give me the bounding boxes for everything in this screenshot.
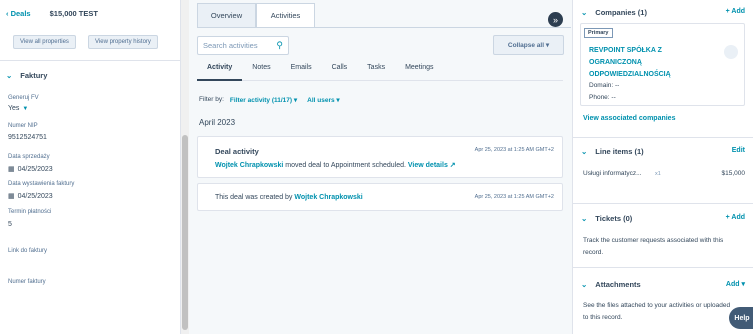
tab-activities[interactable]: Activities (256, 3, 315, 28)
breadcrumb: ‹ Deals $15,000 TEST (6, 9, 98, 18)
card-time: Apr 25, 2023 at 1:25 AM GMT+2 (474, 194, 554, 200)
filter-bar: Filter by: Filter activity (11/17) ▾ All… (199, 96, 340, 104)
attachments-toggle[interactable]: ⌄ Attachments (581, 280, 641, 289)
attachments-section: ⌄ Attachments Add ▾ See the files attache… (573, 268, 753, 334)
chevron-down-icon: ⌄ (581, 280, 588, 289)
subtab-activity[interactable]: Activity (197, 64, 243, 81)
activity-pane: Overview Activities » Search activities … (189, 0, 571, 334)
generuj-fv-select[interactable]: Yes ▼ (8, 105, 28, 112)
tickets-description: Track the customer requests associated w… (583, 237, 724, 256)
chevron-down-icon: ⌄ (581, 8, 588, 17)
view-associated-companies-link[interactable]: View associated companies (583, 115, 675, 122)
field-label: Numer faktury (8, 279, 46, 285)
user-link[interactable]: Wojtek Chrapkowski (294, 194, 362, 201)
company-name-link[interactable]: REVPOINT SPÓŁKA Z OGRANICZONĄ ODPOWIEDZI… (589, 45, 671, 81)
chevron-down-icon: ⌄ (581, 214, 588, 223)
card-text: This deal was created by (215, 194, 293, 201)
view-details-link[interactable]: View details ↗ (408, 162, 456, 169)
edit-line-items-button[interactable]: Edit (732, 147, 745, 154)
expand-sidebar-icon[interactable]: » (548, 12, 563, 27)
filter-activity-dropdown[interactable]: Filter activity (11/17) ▾ (230, 96, 297, 104)
tickets-section: ⌄ Tickets (0) + Add Track the customer re… (573, 204, 753, 268)
search-icon: ⚲ (276, 40, 283, 50)
field-label: Link do faktury (8, 248, 48, 254)
view-all-properties-button[interactable]: View all properties (13, 35, 76, 49)
field-label: Numer NIP (8, 123, 38, 129)
tickets-toggle[interactable]: ⌄ Tickets (0) (581, 214, 632, 223)
add-attachment-dropdown[interactable]: Add ▾ (726, 280, 745, 288)
section-title: Faktury (20, 71, 48, 80)
company-card: Primary REVPOINT SPÓŁKA Z OGRANICZONĄ OD… (580, 23, 745, 106)
issue-date-field[interactable]: ▦ 04/25/2023 (8, 192, 53, 201)
sale-date-field[interactable]: ▦ 04/25/2023 (8, 165, 53, 174)
back-to-deals-link[interactable]: ‹ Deals (6, 9, 31, 18)
line-item-name: Usługi informatycz... (583, 170, 642, 177)
search-activities-input[interactable]: Search activities ⚲ (197, 36, 289, 55)
chevron-down-icon: ⌄ (581, 147, 588, 156)
view-property-history-button[interactable]: View property history (88, 35, 158, 49)
activity-subtabs: Activity Notes Emails Calls Tasks Meetin… (197, 64, 563, 81)
collapse-all-button[interactable]: Collapse all ▾ (493, 35, 564, 55)
payment-term-field[interactable]: 5 (8, 221, 12, 228)
companies-section: ⌄ Companies (1) + Add Primary REVPOINT SP… (573, 0, 753, 138)
field-label: Data wystawienia faktury (8, 181, 75, 187)
deal-title: $15,000 TEST (49, 9, 98, 18)
deal-activity-card[interactable]: Deal activity Apr 25, 2023 at 1:25 AM GM… (197, 136, 563, 178)
card-text: moved deal to Appointment scheduled. (285, 162, 406, 169)
subtab-emails[interactable]: Emails (281, 64, 322, 81)
add-company-button[interactable]: + Add (726, 8, 745, 15)
calendar-icon: ▦ (8, 193, 15, 200)
subtab-notes[interactable]: Notes (242, 64, 280, 81)
card-title: Deal activity (215, 147, 259, 156)
left-sidebar: ‹ Deals $15,000 TEST View all properties… (0, 0, 181, 334)
month-heading: April 2023 (199, 118, 236, 127)
attachments-description: See the files attached to your activitie… (583, 302, 731, 321)
field-label: Generuj FV (8, 95, 39, 101)
field-label: Termin płatności (8, 209, 52, 215)
companies-toggle[interactable]: ⌄ Companies (1) (581, 8, 647, 17)
card-time: Apr 25, 2023 at 1:25 AM GMT+2 (474, 147, 554, 153)
line-item-qty: x1 (655, 171, 661, 177)
faktury-section-toggle[interactable]: ⌄ Faktury (6, 71, 47, 80)
help-button[interactable]: Help (729, 307, 753, 329)
line-items-section: ⌄ Line items (1) Edit Usługi informatycz.… (573, 138, 753, 204)
line-items-toggle[interactable]: ⌄ Line items (1) (581, 147, 644, 156)
scroll-thumb[interactable] (182, 135, 188, 330)
subtab-calls[interactable]: Calls (322, 64, 358, 81)
subtab-meetings[interactable]: Meetings (395, 64, 443, 81)
caret-down-icon: ▼ (22, 105, 29, 112)
field-label: Data sprzedaży (8, 154, 50, 160)
primary-badge: Primary (584, 28, 613, 38)
left-scrollbar[interactable] (181, 0, 189, 334)
company-phone: Phone: -- (589, 94, 616, 101)
line-item-price: $15,000 (721, 170, 746, 177)
user-link[interactable]: Wojtek Chrapkowski (215, 162, 283, 169)
calendar-icon: ▦ (8, 166, 15, 173)
all-users-dropdown[interactable]: All users ▾ (307, 96, 340, 104)
right-sidebar: ⌄ Companies (1) + Add Primary REVPOINT SP… (572, 0, 753, 334)
company-avatar (724, 45, 738, 59)
filter-label: Filter by: (199, 96, 224, 103)
chevron-down-icon: ⌄ (6, 71, 13, 80)
subtab-tasks[interactable]: Tasks (357, 64, 395, 81)
company-domain: Domain: -- (589, 82, 620, 89)
tab-overview[interactable]: Overview (197, 3, 256, 28)
nip-field[interactable]: 9512524751 (8, 134, 47, 141)
deal-created-card[interactable]: This deal was created by Wojtek Chrapkow… (197, 183, 563, 211)
add-ticket-button[interactable]: + Add (726, 214, 745, 221)
